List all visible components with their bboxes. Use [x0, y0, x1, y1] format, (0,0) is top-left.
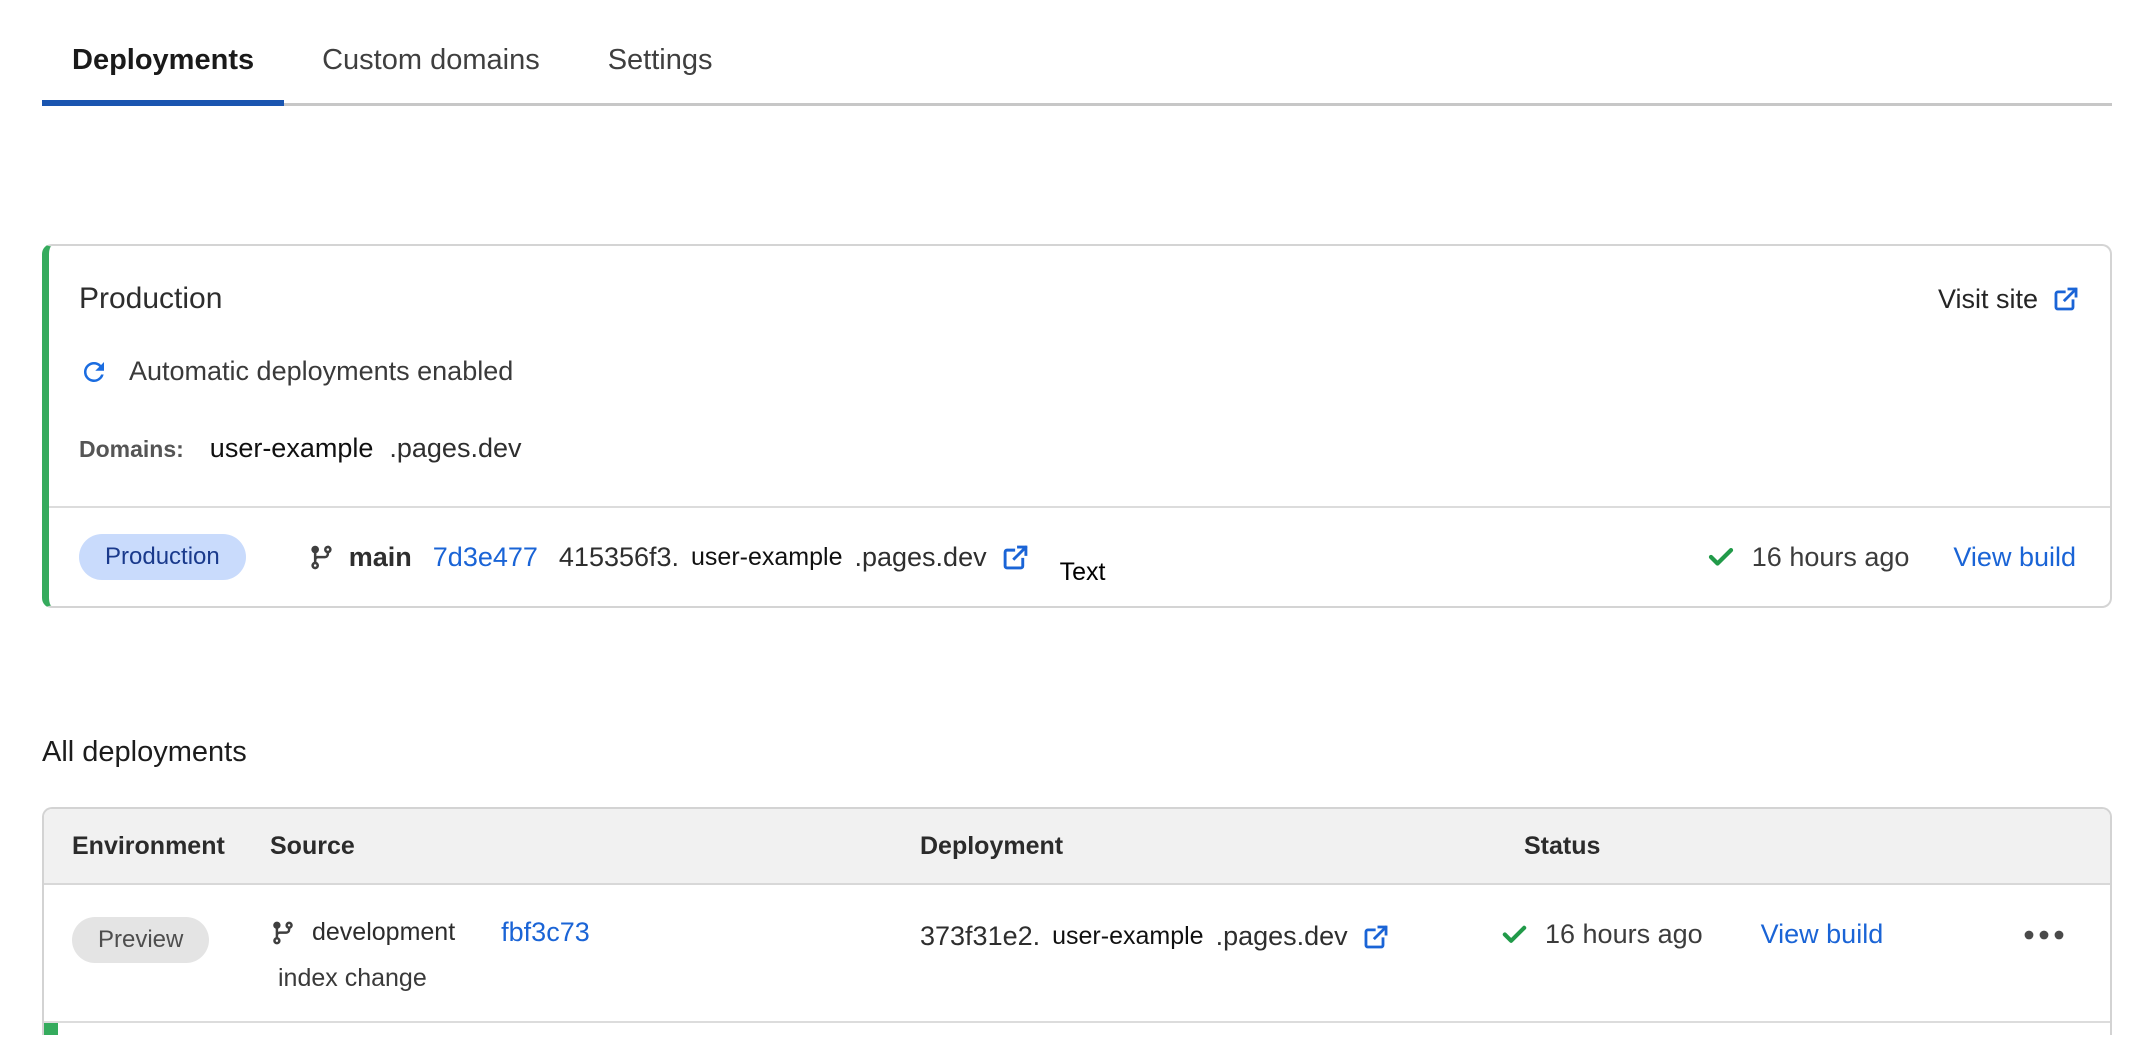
production-card-title: Production: [79, 282, 222, 316]
deployment-time: 16 hours ago: [1545, 919, 1703, 950]
table-row: Preview development fbf3c73 index change…: [44, 885, 2110, 1023]
row-menu-button[interactable]: [2022, 923, 2066, 947]
commit-link[interactable]: 7d3e477: [433, 542, 538, 573]
refresh-icon: [79, 357, 109, 387]
commit-message: index change: [278, 964, 920, 993]
ellipsis-icon: [2022, 923, 2066, 947]
visit-site-label: Visit site: [1938, 284, 2038, 315]
visit-site-link[interactable]: Visit site: [1938, 284, 2080, 315]
environment-badge: Preview: [72, 917, 209, 963]
deployments-table: Environment Source Deployment Status Pre…: [42, 807, 2112, 1035]
branch-name: development: [312, 918, 455, 947]
domains-label: Domains:: [79, 436, 184, 463]
deployment-id: 415356f3.: [559, 542, 679, 573]
column-header-source: Source: [270, 832, 920, 861]
external-link-icon[interactable]: [1362, 923, 1390, 951]
deployment-suffix: .pages.dev: [854, 542, 986, 573]
tab-settings[interactable]: Settings: [578, 26, 743, 103]
tab-custom-domains[interactable]: Custom domains: [292, 26, 570, 103]
git-branch-icon: [270, 920, 296, 946]
commit-link[interactable]: fbf3c73: [501, 917, 590, 948]
stray-text-label: Text: [1060, 558, 1106, 587]
view-build-link[interactable]: View build: [1761, 919, 1884, 950]
domains-line: Domains: user-example .pages.dev: [79, 433, 2080, 464]
view-build-link[interactable]: View build: [1953, 542, 2076, 573]
next-row-production-indicator: [44, 1023, 58, 1035]
external-link-icon: [2052, 285, 2080, 313]
deployment-time: 16 hours ago: [1752, 542, 1910, 573]
deployment-domain: user-example: [691, 543, 842, 572]
auto-deploy-text: Automatic deployments enabled: [129, 356, 513, 387]
deployment-suffix: .pages.dev: [1216, 921, 1348, 952]
tab-deployments[interactable]: Deployments: [42, 26, 284, 103]
deployment-id: 373f31e2.: [920, 921, 1040, 952]
production-deployment-row: Production main 7d3e477 415356f3. user-e…: [49, 508, 2110, 606]
domain-name: user-example: [210, 433, 374, 464]
all-deployments-heading: All deployments: [42, 736, 2132, 769]
branch-name: main: [349, 542, 412, 573]
column-header-status: Status: [1500, 832, 2110, 861]
column-header-environment: Environment: [72, 832, 270, 861]
tab-bar: Deployments Custom domains Settings: [42, 26, 2112, 106]
production-card: Production Visit site Automatic deploym: [42, 244, 2112, 608]
success-check-icon: [1706, 542, 1736, 572]
environment-badge: Production: [79, 534, 246, 580]
deployment-domain: user-example: [1052, 922, 1203, 951]
success-check-icon: [1500, 920, 1529, 949]
external-link-icon[interactable]: [1001, 543, 1030, 572]
table-header-row: Environment Source Deployment Status: [44, 809, 2110, 885]
column-header-deployment: Deployment: [920, 832, 1500, 861]
git-branch-icon: [308, 544, 335, 571]
domain-suffix: .pages.dev: [389, 433, 521, 464]
